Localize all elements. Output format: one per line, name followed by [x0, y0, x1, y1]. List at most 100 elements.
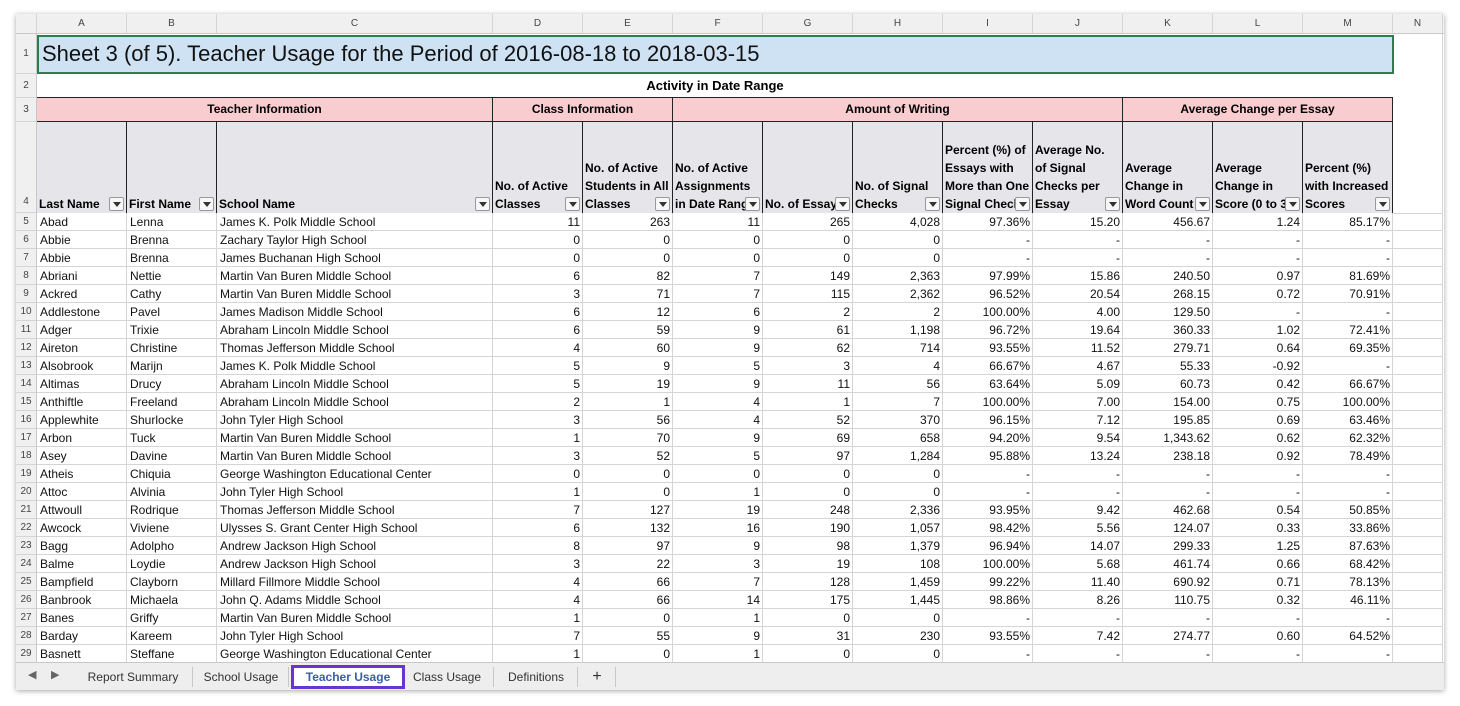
table-cell[interactable]: 195.85	[1123, 411, 1213, 429]
table-cell[interactable]: 97	[583, 537, 673, 555]
table-cell[interactable]: 2,362	[853, 285, 943, 303]
table-cell[interactable]: Anthiftle	[37, 393, 127, 411]
table-cell[interactable]: 62.32%	[1303, 429, 1393, 447]
table-cell[interactable]: 9	[673, 429, 763, 447]
table-cell[interactable]: 0.60	[1213, 627, 1303, 645]
table-cell[interactable]: 66.67%	[1303, 375, 1393, 393]
table-cell[interactable]: 56	[583, 411, 673, 429]
empty-cell[interactable]	[1393, 375, 1443, 393]
table-cell[interactable]: 9	[673, 339, 763, 357]
table-cell[interactable]: 66.67%	[943, 357, 1033, 375]
table-cell[interactable]: -	[1303, 645, 1393, 663]
table-cell[interactable]: 0	[583, 609, 673, 627]
table-cell[interactable]: 4	[853, 357, 943, 375]
tab-report-summary[interactable]: Report Summary	[74, 667, 193, 687]
table-cell[interactable]: 66	[583, 591, 673, 609]
table-cell[interactable]: Atheis	[37, 465, 127, 483]
table-cell[interactable]: Martin Van Buren Middle School	[217, 429, 493, 447]
table-cell[interactable]: Trixie	[127, 321, 217, 339]
table-cell[interactable]: 9	[673, 321, 763, 339]
table-cell[interactable]: -	[1033, 249, 1123, 267]
table-cell[interactable]: 2	[493, 393, 583, 411]
table-cell[interactable]: 19	[673, 501, 763, 519]
table-cell[interactable]: 100.00%	[943, 393, 1033, 411]
table-cell[interactable]: 100.00%	[943, 303, 1033, 321]
table-cell[interactable]: 87.63%	[1303, 537, 1393, 555]
table-cell[interactable]: Basnett	[37, 645, 127, 663]
filter-dropdown-icon[interactable]	[109, 197, 124, 211]
sheet-title[interactable]: Sheet 3 (of 5). Teacher Usage for the Pe…	[37, 35, 1394, 74]
table-cell[interactable]: 15.86	[1033, 267, 1123, 285]
column-header-cell[interactable]: No. of Essays	[763, 122, 853, 213]
column-header-d[interactable]: D	[493, 14, 583, 33]
table-cell[interactable]: Asey	[37, 447, 127, 465]
table-cell[interactable]: Drucy	[127, 375, 217, 393]
table-cell[interactable]: James Buchanan High School	[217, 249, 493, 267]
table-cell[interactable]: Martin Van Buren Middle School	[217, 609, 493, 627]
table-cell[interactable]: Ulysses S. Grant Center High School	[217, 519, 493, 537]
table-cell[interactable]: 240.50	[1123, 267, 1213, 285]
table-cell[interactable]: -	[1213, 609, 1303, 627]
table-cell[interactable]: 7.12	[1033, 411, 1123, 429]
table-cell[interactable]: 6	[493, 303, 583, 321]
table-cell[interactable]: 9	[673, 537, 763, 555]
table-cell[interactable]: 0	[763, 645, 853, 663]
table-cell[interactable]: 110.75	[1123, 591, 1213, 609]
empty-cell[interactable]	[1393, 465, 1443, 483]
table-cell[interactable]: Abbie	[37, 249, 127, 267]
table-cell[interactable]: 0.69	[1213, 411, 1303, 429]
filter-dropdown-icon[interactable]	[835, 197, 850, 211]
table-cell[interactable]: 0.92	[1213, 447, 1303, 465]
table-cell[interactable]: Brenna	[127, 249, 217, 267]
table-cell[interactable]: Alvinia	[127, 483, 217, 501]
table-cell[interactable]: John Q. Adams Middle School	[217, 591, 493, 609]
table-cell[interactable]: Arbon	[37, 429, 127, 447]
table-cell[interactable]: -	[943, 249, 1033, 267]
table-cell[interactable]: 93.55%	[943, 627, 1033, 645]
empty-cell[interactable]	[1393, 34, 1443, 214]
table-cell[interactable]: 78.49%	[1303, 447, 1393, 465]
table-cell[interactable]: -	[943, 231, 1033, 249]
table-cell[interactable]: -	[1123, 231, 1213, 249]
table-cell[interactable]: 4	[493, 591, 583, 609]
table-cell[interactable]: 11	[673, 213, 763, 231]
column-header-h[interactable]: H	[853, 14, 943, 33]
table-cell[interactable]: 93.55%	[943, 339, 1033, 357]
table-cell[interactable]: 0	[583, 249, 673, 267]
table-cell[interactable]: Clayborn	[127, 573, 217, 591]
table-cell[interactable]: 0	[583, 483, 673, 501]
table-cell[interactable]: Zachary Taylor High School	[217, 231, 493, 249]
table-cell[interactable]: -	[1213, 483, 1303, 501]
table-cell[interactable]: 7	[493, 501, 583, 519]
table-cell[interactable]: Martin Van Buren Middle School	[217, 447, 493, 465]
empty-cell[interactable]	[1393, 303, 1443, 321]
table-cell[interactable]: 97.36%	[943, 213, 1033, 231]
table-cell[interactable]: 1,343.62	[1123, 429, 1213, 447]
table-cell[interactable]: Shurlocke	[127, 411, 217, 429]
table-cell[interactable]: 0	[853, 645, 943, 663]
table-cell[interactable]: Alsobrook	[37, 357, 127, 375]
empty-cell[interactable]	[1393, 357, 1443, 375]
table-cell[interactable]: 268.15	[1123, 285, 1213, 303]
table-cell[interactable]: 238.18	[1123, 447, 1213, 465]
group-amount-of-writing[interactable]: Amount of Writing	[673, 98, 1123, 122]
table-cell[interactable]: 97.99%	[943, 267, 1033, 285]
table-cell[interactable]: 1,379	[853, 537, 943, 555]
table-cell[interactable]: 61	[763, 321, 853, 339]
table-cell[interactable]: 0.42	[1213, 375, 1303, 393]
table-cell[interactable]: -	[943, 609, 1033, 627]
filter-dropdown-icon[interactable]	[1195, 197, 1210, 211]
table-cell[interactable]: 19	[583, 375, 673, 393]
table-cell[interactable]: 0	[853, 465, 943, 483]
table-cell[interactable]: -	[1033, 465, 1123, 483]
table-cell[interactable]: -	[1303, 249, 1393, 267]
table-cell[interactable]: 5	[493, 375, 583, 393]
filter-dropdown-icon[interactable]	[745, 197, 760, 211]
filter-dropdown-icon[interactable]	[475, 197, 490, 211]
filter-dropdown-icon[interactable]	[1105, 197, 1120, 211]
table-cell[interactable]: 230	[853, 627, 943, 645]
table-cell[interactable]: 1,198	[853, 321, 943, 339]
table-cell[interactable]: 96.94%	[943, 537, 1033, 555]
table-cell[interactable]: 78.13%	[1303, 573, 1393, 591]
table-cell[interactable]: 15.20	[1033, 213, 1123, 231]
